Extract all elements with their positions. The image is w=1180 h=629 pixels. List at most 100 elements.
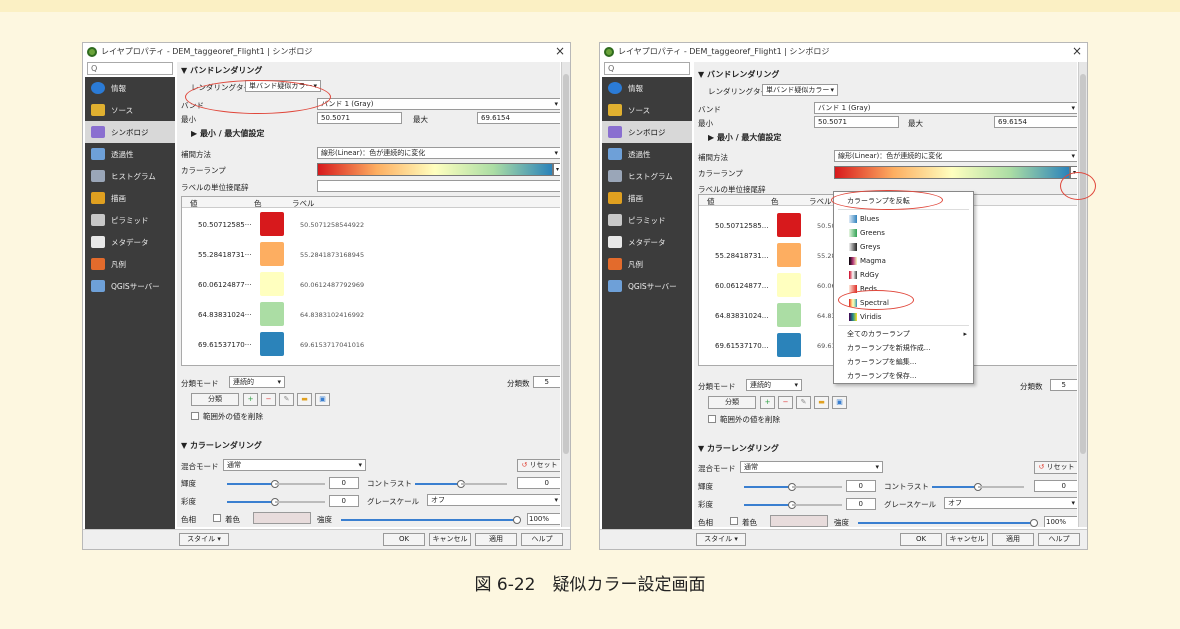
- sidebar-item-symbology[interactable]: シンボロジ: [602, 121, 692, 143]
- min-input[interactable]: 50.5071: [814, 116, 899, 128]
- save-file-icon[interactable]: ▣: [315, 393, 330, 406]
- mode-select[interactable]: 連続的 ▾: [229, 376, 285, 388]
- slider-handle[interactable]: [513, 516, 521, 524]
- sidebar-item-histogram[interactable]: ヒストグラム: [602, 165, 692, 187]
- colorize-checkbox[interactable]: [730, 517, 738, 525]
- colorize-color-button[interactable]: [770, 515, 828, 527]
- contrast-slider[interactable]: [932, 483, 982, 491]
- sidebar-item-legend[interactable]: 凡例: [85, 253, 175, 275]
- remove-class-icon[interactable]: −: [261, 393, 276, 406]
- menu-item-ramp[interactable]: Blues: [834, 212, 973, 226]
- slider-handle[interactable]: [1030, 519, 1038, 527]
- class-color-swatch[interactable]: [260, 332, 284, 356]
- colorize-checkbox[interactable]: [213, 514, 221, 522]
- class-color-swatch[interactable]: [777, 303, 801, 327]
- menu-item-all-ramps[interactable]: 全てのカラーランプ ▸: [834, 327, 973, 341]
- scrollbar-thumb[interactable]: [563, 74, 569, 454]
- color-ramp-button[interactable]: [834, 166, 1070, 179]
- classes-count-spinbox[interactable]: 5: [1050, 379, 1077, 391]
- reset-button[interactable]: ↺ リセット: [517, 459, 560, 472]
- class-color-swatch[interactable]: [260, 272, 284, 296]
- search-input[interactable]: Q: [87, 62, 173, 75]
- style-menu-button[interactable]: スタイル ▾: [696, 533, 746, 546]
- blend-mode-select[interactable]: 通常 ▾: [223, 459, 366, 471]
- search-input[interactable]: Q: [604, 62, 690, 75]
- menu-item-save-ramp[interactable]: カラーランプを保存...: [834, 369, 973, 383]
- menu-item-edit-ramp[interactable]: カラーランプを編集...: [834, 355, 973, 369]
- menu-item-ramp[interactable]: RdGy: [834, 268, 973, 282]
- saturation-slider[interactable]: [227, 498, 279, 506]
- class-color-swatch[interactable]: [777, 333, 801, 357]
- sidebar-item-source[interactable]: ソース: [85, 99, 175, 121]
- classes-count-spinbox[interactable]: 5: [533, 376, 560, 388]
- saturation-spinbox[interactable]: 0: [329, 495, 359, 507]
- menu-item-ramp[interactable]: Greens: [834, 226, 973, 240]
- sidebar-item-source[interactable]: ソース: [602, 99, 692, 121]
- remove-class-icon[interactable]: −: [778, 396, 793, 409]
- min-input[interactable]: 50.5071: [317, 112, 402, 124]
- class-color-swatch[interactable]: [777, 273, 801, 297]
- reset-button[interactable]: ↺ リセット: [1034, 461, 1077, 474]
- sidebar-item-metadata[interactable]: メタデータ: [602, 231, 692, 253]
- band-rendering-header[interactable]: ▼ バンドレンダリング: [698, 69, 779, 80]
- add-class-icon[interactable]: +: [243, 393, 258, 406]
- contrast-spinbox[interactable]: 0: [517, 477, 560, 489]
- brightness-spinbox[interactable]: 0: [846, 480, 876, 492]
- help-button[interactable]: ヘルプ: [521, 533, 563, 546]
- table-row[interactable]: 50.50712585··· 50.5071258544922: [182, 210, 560, 240]
- sidebar-item-pyramids[interactable]: ピラミッド: [602, 209, 692, 231]
- class-color-swatch[interactable]: [777, 243, 801, 267]
- apply-button[interactable]: 適用: [992, 533, 1034, 546]
- sidebar-item-legend[interactable]: 凡例: [602, 253, 692, 275]
- sidebar-item-rendering[interactable]: 描画: [602, 187, 692, 209]
- max-input[interactable]: 69.6154: [994, 116, 1077, 128]
- class-color-swatch[interactable]: [260, 242, 284, 266]
- sidebar-item-metadata[interactable]: メタデータ: [85, 231, 175, 253]
- menu-item-ramp[interactable]: Magma: [834, 254, 973, 268]
- band-select[interactable]: バンド 1 (Gray) ▾: [814, 102, 1077, 114]
- interpolation-select[interactable]: 線形(Linear)：色が連続的に変化 ▾: [317, 147, 560, 159]
- color-rendering-header[interactable]: ▼ カラーレンダリング: [181, 440, 262, 451]
- grayscale-select[interactable]: オフ ▾: [427, 494, 560, 506]
- sidebar-item-qgis-server[interactable]: QGISサーバー: [602, 275, 692, 297]
- class-color-swatch[interactable]: [260, 212, 284, 236]
- class-color-swatch[interactable]: [777, 213, 801, 237]
- sidebar-item-transparency[interactable]: 透過性: [85, 143, 175, 165]
- scrollbar-thumb[interactable]: [1080, 74, 1086, 454]
- class-color-swatch[interactable]: [260, 302, 284, 326]
- max-input[interactable]: 69.6154: [477, 112, 560, 124]
- contrast-spinbox[interactable]: 0: [1034, 480, 1077, 492]
- band-select[interactable]: バンド 1 (Gray) ▾: [317, 98, 560, 110]
- strength-slider[interactable]: [858, 519, 1038, 527]
- sidebar-item-histogram[interactable]: ヒストグラム: [85, 165, 175, 187]
- edit-class-icon[interactable]: ✎: [796, 396, 811, 409]
- vertical-scrollbar[interactable]: [1078, 62, 1087, 527]
- brightness-slider[interactable]: [227, 480, 279, 488]
- strength-spinbox[interactable]: 100%: [527, 513, 560, 525]
- colorize-color-button[interactable]: [253, 512, 311, 524]
- ok-button[interactable]: OK: [900, 533, 942, 546]
- sidebar-item-symbology[interactable]: シンボロジ: [85, 121, 175, 143]
- sidebar-item-pyramids[interactable]: ピラミッド: [85, 209, 175, 231]
- menu-item-ramp[interactable]: Greys: [834, 240, 973, 254]
- strength-slider[interactable]: [341, 516, 521, 524]
- sidebar-item-transparency[interactable]: 透過性: [602, 143, 692, 165]
- help-button[interactable]: ヘルプ: [1038, 533, 1080, 546]
- menu-item-create-ramp[interactable]: カラーランプを新規作成...: [834, 341, 973, 355]
- saturation-spinbox[interactable]: 0: [846, 498, 876, 510]
- sidebar-item-rendering[interactable]: 描画: [85, 187, 175, 209]
- cancel-button[interactable]: キャンセル: [946, 533, 988, 546]
- interpolation-select[interactable]: 線形(Linear)：色が連続的に変化 ▾: [834, 150, 1077, 162]
- close-button[interactable]: ×: [555, 44, 565, 58]
- table-row[interactable]: 60.06124877··· 60.0612487792969: [182, 270, 560, 300]
- table-row[interactable]: 55.28418731··· 55.2841873168945: [182, 240, 560, 270]
- minmax-settings-header[interactable]: ▶ 最小 / 最大値設定: [708, 132, 781, 143]
- clip-checkbox[interactable]: [191, 412, 199, 420]
- sidebar-item-qgis-server[interactable]: QGISサーバー: [85, 275, 175, 297]
- apply-button[interactable]: 適用: [475, 533, 517, 546]
- band-rendering-header[interactable]: ▼ バンドレンダリング: [181, 65, 262, 76]
- brightness-slider[interactable]: [744, 483, 796, 491]
- table-row[interactable]: 64.83831024··· 64.8383102416992: [182, 300, 560, 330]
- color-rendering-header[interactable]: ▼ カラーレンダリング: [698, 443, 779, 454]
- ok-button[interactable]: OK: [383, 533, 425, 546]
